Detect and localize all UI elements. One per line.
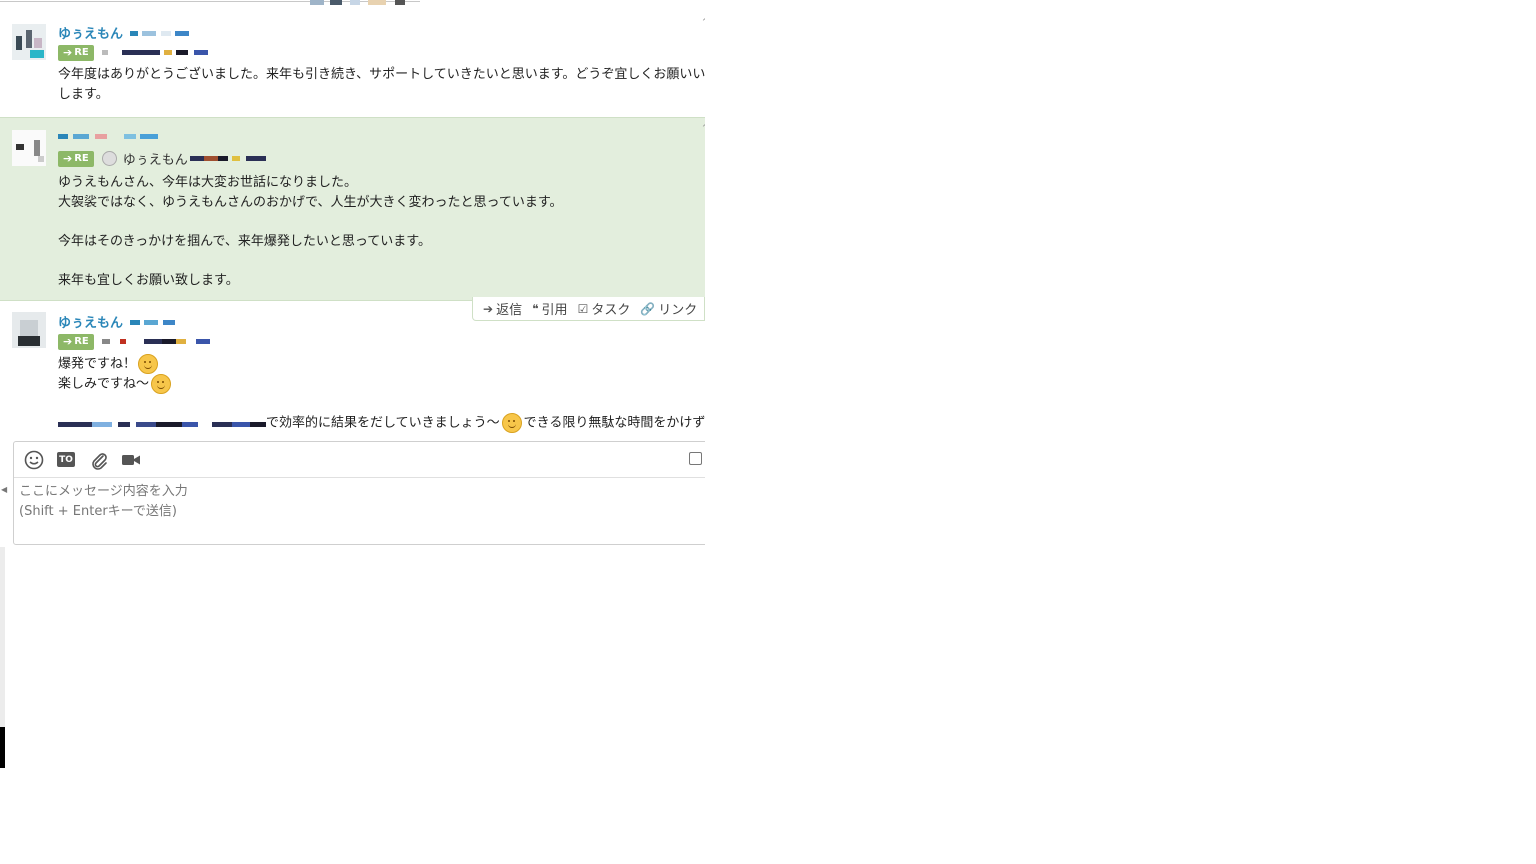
body-line: で効率的に結果をだしていきましょう～ できる限り無駄な時間をかけず (58, 413, 705, 433)
reply-header: ➔ RE (58, 333, 210, 350)
message-body: 今年度はありがとうございました。来年も引き続き、サポートしていきたいと思います。… (58, 67, 705, 102)
emoji-smile-icon (138, 354, 159, 374)
emoji-smile-icon (151, 374, 172, 394)
emoji-picker-icon[interactable] (24, 450, 44, 470)
message-item[interactable]: ゆぅえもん ➔ RE 爆発ですね！ 楽しみですね～ で効率的に結果をだしていきまし… (0, 300, 705, 440)
reply-target[interactable]: ゆぅえもん (101, 149, 266, 168)
avatar[interactable] (12, 130, 46, 166)
collapse-arrow-icon[interactable]: ◀ (1, 485, 7, 494)
message-input[interactable]: ここにメッセージ内容を入力 (Shift + Enterキーで送信) (19, 482, 699, 537)
left-edge-bar (0, 547, 5, 727)
composer-toolbar: TO (14, 442, 705, 478)
re-badge[interactable]: ➔ RE (58, 333, 94, 350)
arrow-right-icon: ➔ (63, 152, 73, 165)
checkbox-icon[interactable] (689, 452, 702, 465)
to-icon[interactable]: TO (57, 452, 75, 467)
sender-name[interactable]: ゆぅえもん (58, 23, 190, 42)
arrow-right-icon: ➔ (63, 335, 73, 348)
body-line: 楽しみですね～ (58, 374, 705, 394)
message-body: 爆発ですね！ 楽しみですね～ で効率的に結果をだしていきましょう～ できる限り無駄… (58, 354, 705, 433)
message-body: ゆうえもんさん、今年は大変お世話になりました。 大袈裟ではなく、ゆうえもんさんの… (58, 175, 563, 288)
avatar[interactable] (12, 312, 46, 348)
avatar (101, 151, 117, 166)
avatar[interactable] (12, 24, 46, 60)
left-edge-bar-dark (0, 727, 5, 768)
reply-target (101, 339, 210, 344)
reply-header: ➔ RE (58, 44, 208, 61)
video-camera-icon[interactable] (121, 450, 141, 470)
message-composer: TO ここにメッセージ内容を入力 (Shift + Enterキーで送信) (13, 441, 705, 545)
sender-name[interactable] (58, 128, 159, 143)
body-line: 爆発ですね！ (58, 354, 705, 374)
reply-target (101, 50, 208, 55)
re-badge[interactable]: ➔ RE (58, 150, 94, 167)
corner-mark: ⌃ (701, 124, 705, 134)
corner-mark: ⌃ (701, 18, 705, 28)
paperclip-icon[interactable] (89, 450, 109, 470)
top-divider (0, 0, 705, 5)
message-item-highlighted[interactable]: ➔ RE ゆぅえもん ゆうえもんさん、今年は大変お世話になりました。 大袈裟ではな… (0, 117, 705, 301)
arrow-right-icon: ➔ (63, 46, 73, 59)
message-item[interactable]: ゆぅえもん ➔ RE 今年度はありがとうございました。来年も引き続き、サポートして… (0, 16, 705, 117)
emoji-smile-icon (501, 413, 522, 433)
reply-header: ➔ RE ゆぅえもん (58, 149, 266, 168)
re-badge[interactable]: ➔ RE (58, 44, 94, 61)
chat-timeline: ゆぅえもん ➔ RE 今年度はありがとうございました。来年も引き続き、サポートして… (0, 0, 705, 547)
sender-name[interactable]: ゆぅえもん (58, 312, 175, 331)
